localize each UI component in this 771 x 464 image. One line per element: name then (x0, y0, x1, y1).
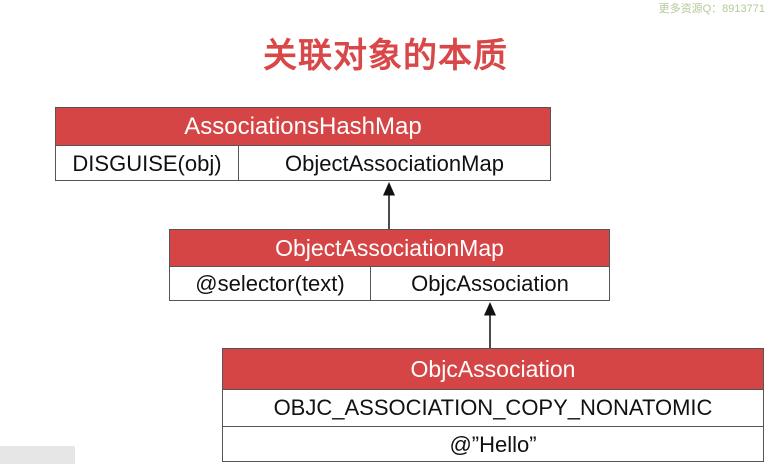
blurred-corner (0, 446, 75, 464)
connector-arrows (383, 182, 496, 348)
